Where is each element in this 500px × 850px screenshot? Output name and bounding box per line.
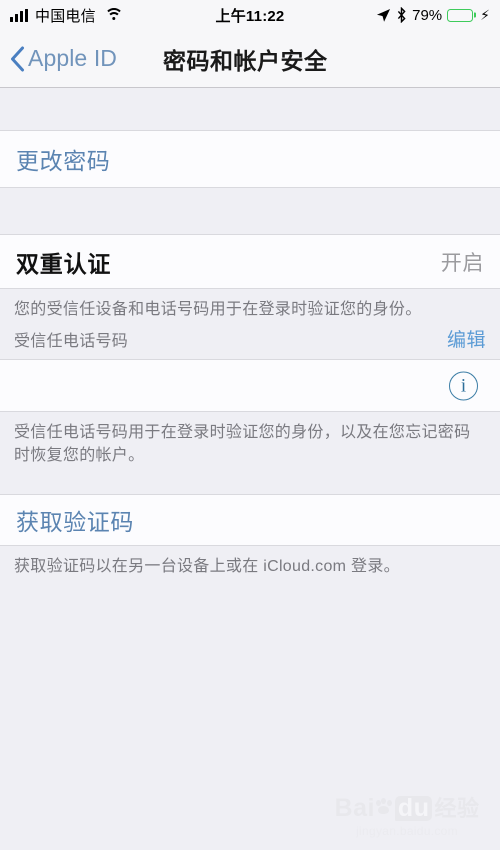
trusted-numbers-footer: 受信任电话号码用于在登录时验证您的身份，以及在您忘记密码时恢复您的帐户。 xyxy=(14,424,471,465)
lightning-bolt-icon: ⚡︎ xyxy=(480,7,490,23)
watermark-url: jingyan.baidu.com xyxy=(356,824,458,838)
two-factor-status: 开启 xyxy=(440,251,484,275)
section-gap-2 xyxy=(0,471,500,494)
redacted-phone-number xyxy=(14,370,244,400)
info-circle-icon[interactable]: i xyxy=(449,371,478,401)
change-password-label: 更改密码 xyxy=(16,148,111,174)
paw-print-icon xyxy=(375,797,392,814)
page-title: 密码和帐户安全 xyxy=(163,47,328,74)
watermark-cn: 经验 xyxy=(434,795,480,821)
two-factor-footer: 您的受信任设备和电话号码用于在登录时验证您的身份。 xyxy=(14,301,422,318)
edit-button[interactable]: 编辑 xyxy=(447,325,486,352)
settings-content: 更改密码 双重认证 开启 您的受信任设备和电话号码用于在登录时验证您的身份。 受… xyxy=(0,88,500,582)
wifi-icon xyxy=(104,8,124,22)
back-button[interactable]: Apple ID xyxy=(0,45,117,72)
get-verification-code-label: 获取验证码 xyxy=(16,508,134,535)
bluetooth-icon xyxy=(397,7,406,23)
status-bar-right: 79% ⚡︎ xyxy=(376,7,490,24)
trusted-number-row[interactable]: i xyxy=(0,359,500,413)
battery-percent-label: 79% xyxy=(412,6,443,24)
two-factor-label: 双重认证 xyxy=(16,250,112,277)
trusted-numbers-header: 受信任电话号码 编辑 xyxy=(0,325,500,359)
watermark-bai: Bai xyxy=(334,794,375,822)
two-factor-row[interactable]: 双重认证 开启 xyxy=(0,234,500,289)
status-bar-left: 中国电信 xyxy=(10,5,124,26)
carrier-name: 中国电信 xyxy=(35,7,96,25)
status-bar: 中国电信 上午11:22 79% ⚡︎ xyxy=(0,0,500,30)
info-glyph: i xyxy=(460,375,467,397)
trusted-numbers-header-label: 受信任电话号码 xyxy=(14,333,129,351)
chevron-left-icon xyxy=(11,46,24,71)
change-password-row[interactable]: 更改密码 xyxy=(0,130,500,188)
battery-icon xyxy=(447,8,476,22)
navigation-bar: Apple ID 密码和帐户安全 xyxy=(0,30,500,88)
back-button-label: Apple ID xyxy=(28,45,118,71)
section-gap-1 xyxy=(0,188,500,234)
section-gap-top xyxy=(0,88,500,130)
baidu-jingyan-watermark: Bai du 经验 jingyan.baidu.com xyxy=(332,796,482,839)
signal-bars-icon xyxy=(10,8,28,22)
verification-code-footer: 获取验证码以在另一台设备上或在 iCloud.com 登录。 xyxy=(14,557,400,575)
location-arrow-icon xyxy=(377,8,391,22)
watermark-logo: Bai du 经验 xyxy=(332,796,482,821)
get-verification-code-row[interactable]: 获取验证码 xyxy=(0,493,500,546)
watermark-du: du xyxy=(394,796,433,821)
